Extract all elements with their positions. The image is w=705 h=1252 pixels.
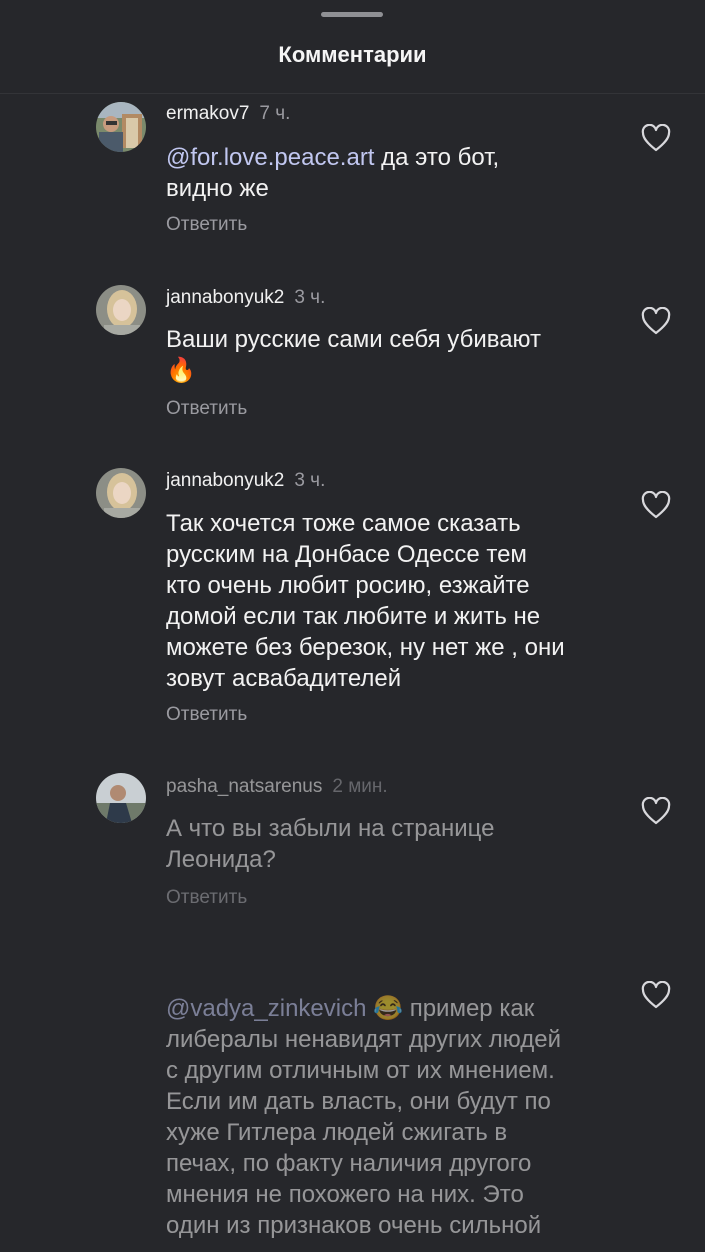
avatar[interactable]	[96, 102, 146, 152]
comment-text: @vadya_zinkevich 😂 пример как либералы н…	[166, 995, 562, 1239]
page-title: Комментарии	[278, 42, 427, 67]
fire-emoji: 🔥	[166, 357, 196, 384]
avatar[interactable]	[96, 285, 146, 335]
reply-button[interactable]: Ответить	[166, 704, 247, 726]
heart-outline-icon[interactable]	[641, 981, 671, 1009]
comment-time: 7 ч.	[259, 103, 291, 124]
comment-text: @for.love.peace.art да это бот, видно же	[166, 144, 500, 202]
mention-link[interactable]: @for.love.peace.art	[166, 144, 374, 171]
comment-time: 2 мин.	[332, 776, 388, 797]
comment-meta: pasha_natsarenus 2 мин.	[166, 776, 388, 798]
sheet-grabber-handle[interactable]	[321, 12, 383, 17]
comment-meta: jannabonyuk2 3 ч.	[166, 470, 325, 492]
comment-text: Ваши русские сами себя убивают 🔥	[166, 326, 542, 384]
comment-meta: ermakov7 7 ч.	[166, 103, 290, 125]
comment-time: 3 ч.	[294, 470, 326, 491]
username[interactable]: jannabonyuk2	[166, 470, 284, 491]
laughing-emoji: 😂	[373, 995, 404, 1022]
username[interactable]: pasha_natsarenus	[166, 776, 322, 797]
heart-outline-icon[interactable]	[641, 124, 671, 152]
comment-text: А что вы забыли на странице Леонида?	[166, 815, 495, 873]
avatar[interactable]	[96, 468, 146, 518]
reply-button[interactable]: Ответить	[166, 214, 247, 236]
heart-outline-icon[interactable]	[641, 307, 671, 335]
username[interactable]: jannabonyuk2	[166, 287, 284, 308]
username[interactable]: ermakov7	[166, 103, 249, 124]
mention-link[interactable]: @vadya_zinkevich	[166, 995, 366, 1022]
reply-button[interactable]: Ответить	[166, 398, 247, 420]
reply-button[interactable]: Ответить	[166, 887, 247, 909]
heart-outline-icon[interactable]	[641, 491, 671, 519]
avatar[interactable]	[96, 773, 146, 823]
comment-time: 3 ч.	[294, 287, 326, 308]
comment-text: Так хочется тоже самое сказать русским н…	[166, 510, 565, 692]
comment-meta: jannabonyuk2 3 ч.	[166, 287, 325, 309]
header-divider	[0, 93, 705, 94]
heart-outline-icon[interactable]	[641, 797, 671, 825]
